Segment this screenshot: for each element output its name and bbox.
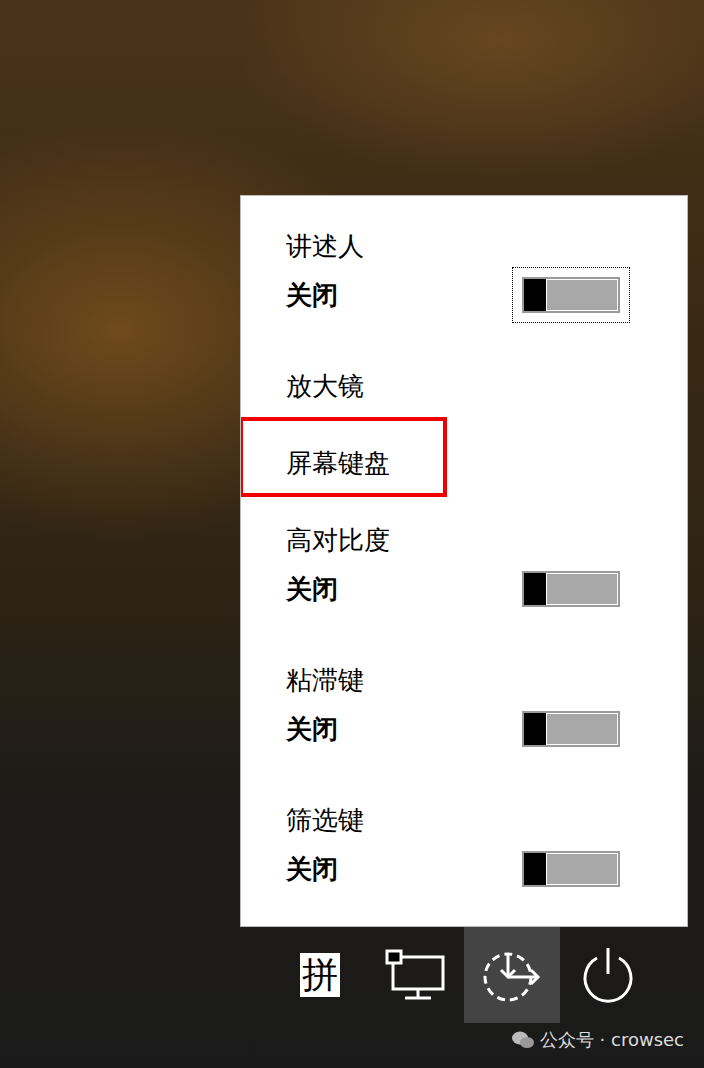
lock-toolbar: 拼: [272, 927, 704, 1023]
toggle-row: 关闭: [286, 701, 687, 757]
toggle-fill: [546, 279, 618, 311]
menu-item[interactable]: 屏幕键盘: [241, 448, 687, 525]
toggle-fill: [546, 573, 618, 605]
toggle-thumb: [524, 853, 546, 885]
toggle-thumb: [524, 713, 546, 745]
ime-button[interactable]: 拼: [272, 927, 368, 1023]
menu-item[interactable]: 讲述人关闭: [241, 231, 687, 371]
toggle-state: 关闭: [286, 712, 338, 747]
toggle-track: [522, 277, 620, 313]
toggle-state: 关闭: [286, 572, 338, 607]
item-label: 粘滞键: [286, 665, 687, 695]
menu-item[interactable]: 粘滞键关闭: [241, 665, 687, 805]
ease-of-access-icon: [480, 947, 544, 1003]
menu-item[interactable]: 放大镜: [241, 371, 687, 448]
toggle-fill: [546, 853, 618, 885]
toggle-thumb: [524, 279, 546, 311]
power-icon: [579, 946, 637, 1004]
toggle-track: [522, 851, 620, 887]
toggle-state: 关闭: [286, 852, 338, 887]
toggle-thumb: [524, 573, 546, 605]
ease-button[interactable]: [464, 927, 560, 1023]
power-button[interactable]: [560, 927, 656, 1023]
menu-item[interactable]: 筛选键关闭: [241, 805, 687, 917]
toggle-state: 关闭: [286, 278, 338, 313]
watermark: 公众号 · crowsec: [512, 1028, 684, 1052]
watermark-text: 公众号 · crowsec: [540, 1028, 684, 1052]
toggle-row: 关闭: [286, 267, 687, 323]
item-label: 讲述人: [286, 231, 687, 261]
wechat-icon: [512, 1031, 534, 1049]
lock-screen: 讲述人关闭放大镜屏幕键盘高对比度关闭粘滞键关闭筛选键关闭拼公众号 · crows…: [0, 0, 704, 1068]
toggle-row: 关闭: [286, 561, 687, 617]
toggle-fill: [546, 713, 618, 745]
toggle-switch[interactable]: [512, 561, 630, 617]
item-label: 放大镜: [286, 371, 687, 401]
item-label: 高对比度: [286, 525, 687, 555]
toggle-switch[interactable]: [512, 267, 630, 323]
toggle-track: [522, 711, 620, 747]
menu-item[interactable]: 高对比度关闭: [241, 525, 687, 665]
toggle-row: 关闭: [286, 841, 687, 897]
toggle-track: [522, 571, 620, 607]
toggle-switch[interactable]: [512, 701, 630, 757]
toggle-switch[interactable]: [512, 841, 630, 897]
item-label: 筛选键: [286, 805, 687, 835]
network-button[interactable]: [368, 927, 464, 1023]
ime-icon: 拼: [300, 953, 340, 997]
item-label: 屏幕键盘: [286, 448, 687, 478]
network-icon: [385, 949, 447, 1001]
accessibility-menu: 讲述人关闭放大镜屏幕键盘高对比度关闭粘滞键关闭筛选键关闭: [240, 195, 688, 927]
